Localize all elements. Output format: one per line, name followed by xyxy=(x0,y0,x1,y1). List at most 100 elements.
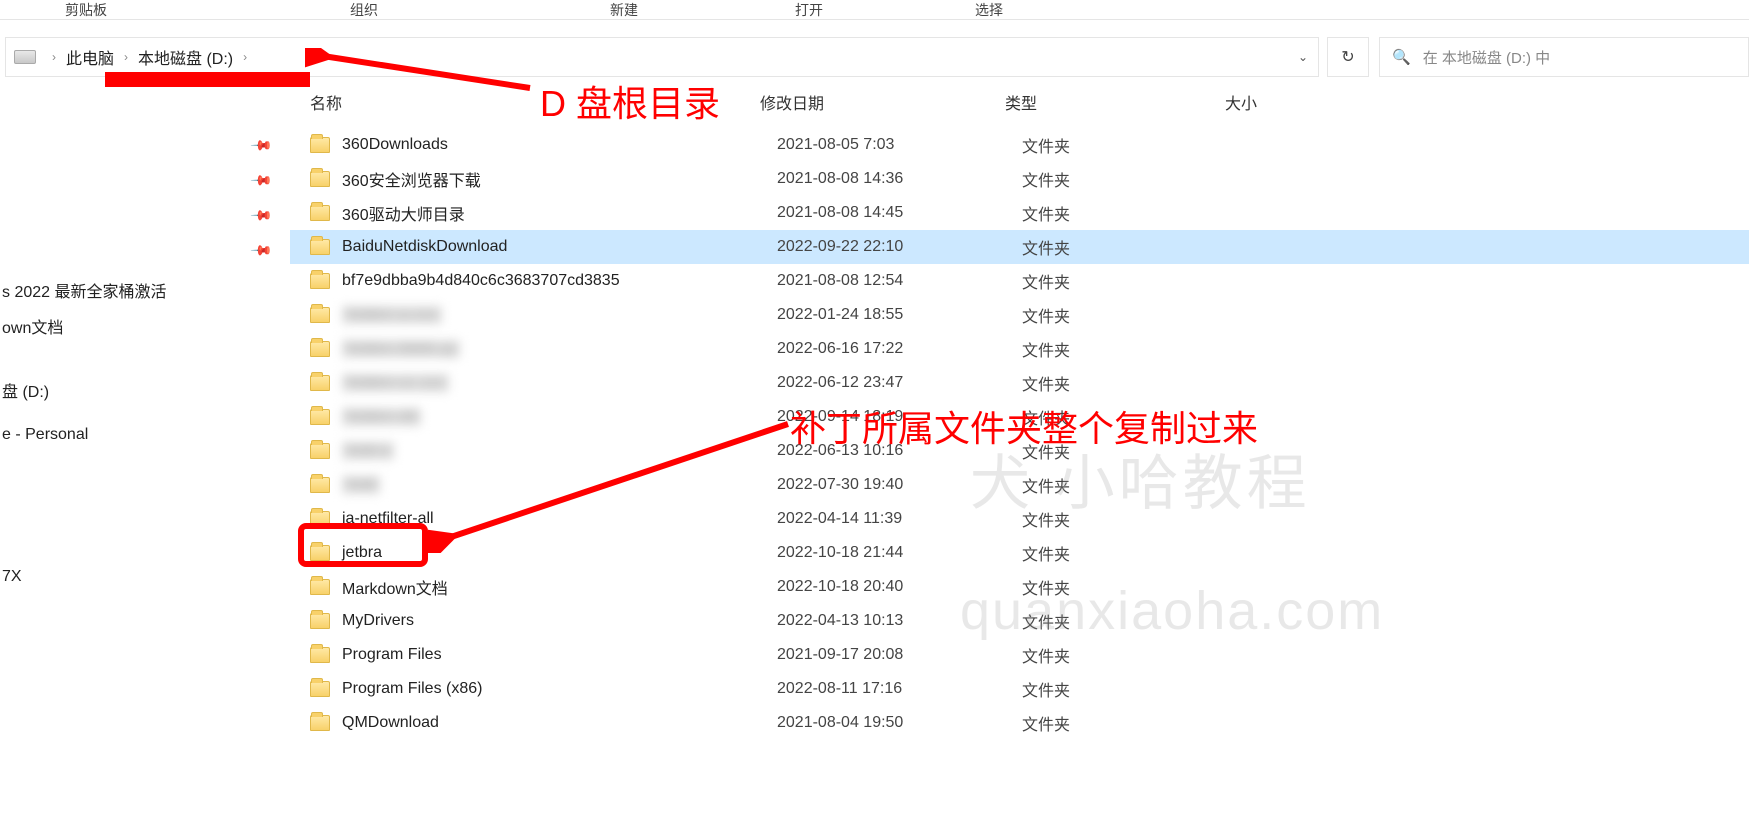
search-icon: 🔍 xyxy=(1392,48,1411,66)
folder-icon xyxy=(310,171,330,187)
file-name: QMDownload xyxy=(342,714,777,732)
chevron-right-icon[interactable]: › xyxy=(118,50,134,64)
file-type: 文件夹 xyxy=(1022,541,1242,565)
file-name: Program Files (x86) xyxy=(342,680,777,698)
pin-icon[interactable]: 📌 xyxy=(249,203,273,227)
drive-icon xyxy=(14,50,36,64)
file-type: 文件夹 xyxy=(1022,269,1242,293)
breadcrumb-pc[interactable]: 此电脑 xyxy=(62,45,118,69)
highlight-box-jetbra xyxy=(298,523,428,567)
pin-icon[interactable]: 📌 xyxy=(249,133,273,157)
file-type: 文件夹 xyxy=(1022,235,1242,259)
folder-icon xyxy=(310,137,330,153)
file-name: bf7e9dbba9b4d840c6c3683707cd3835 xyxy=(342,272,777,290)
sidebar-item[interactable]: 盘 (D:) xyxy=(0,372,290,408)
file-type: 文件夹 xyxy=(1022,133,1242,157)
folder-icon xyxy=(310,273,330,289)
file-name: hidden-bbbb-yy xyxy=(342,340,777,358)
file-date: 2022-10-18 21:44 xyxy=(777,544,1022,562)
file-date: 2021-08-08 12:54 xyxy=(777,272,1022,290)
file-name: 360驱动大师目录 xyxy=(342,201,777,225)
ribbon-new-label: 新建 xyxy=(610,0,638,20)
sidebar-item[interactable]: s 2022 最新全家桶激活 xyxy=(0,272,290,308)
folder-icon xyxy=(310,205,330,221)
annotation-copy-note: 补丁所属文件夹整个复制过来 xyxy=(790,400,1258,452)
file-name: BaiduNetdiskDownload xyxy=(342,238,777,256)
column-size[interactable]: 大小 xyxy=(1225,90,1385,114)
ribbon-section-row: 剪贴板 组织 新建 打开 选择 xyxy=(0,0,1749,20)
folder-icon xyxy=(310,715,330,731)
folder-icon xyxy=(310,443,330,459)
file-row[interactable]: hidden-cc-zzz2022-06-12 23:47文件夹 xyxy=(290,366,1749,400)
file-date: 2022-08-11 17:16 xyxy=(777,680,1022,698)
file-name: 360Downloads xyxy=(342,136,777,154)
chevron-down-icon[interactable]: ⌄ xyxy=(1298,50,1308,64)
file-row[interactable]: hidden-a-xxx2022-01-24 18:55文件夹 xyxy=(290,298,1749,332)
file-date: 2022-06-16 17:22 xyxy=(777,340,1022,358)
file-row[interactable]: 360安全浏览器下载2021-08-08 14:36文件夹 xyxy=(290,162,1749,196)
folder-icon xyxy=(310,239,330,255)
folder-icon xyxy=(310,579,330,595)
file-date: 2021-09-17 20:08 xyxy=(777,646,1022,664)
folder-icon xyxy=(310,647,330,663)
file-date: 2021-08-04 19:50 xyxy=(777,714,1022,732)
ribbon-organize-label: 组织 xyxy=(350,0,378,20)
file-name: MyDrivers xyxy=(342,612,777,630)
file-date: 2021-08-08 14:36 xyxy=(777,170,1022,188)
file-type: 文件夹 xyxy=(1022,371,1242,395)
ribbon-clipboard-label: 剪贴板 xyxy=(65,0,107,20)
folder-icon xyxy=(310,375,330,391)
file-type: 文件夹 xyxy=(1022,303,1242,327)
file-row[interactable]: Program Files2021-09-17 20:08文件夹 xyxy=(290,638,1749,672)
file-date: 2022-06-12 23:47 xyxy=(777,374,1022,392)
refresh-icon: ↻ xyxy=(1341,47,1354,67)
file-row[interactable]: 360Downloads2021-08-05 7:03文件夹 xyxy=(290,128,1749,162)
pin-icon[interactable]: 📌 xyxy=(249,168,273,192)
file-row[interactable]: BaiduNetdiskDownload2022-09-22 22:10文件夹 xyxy=(290,230,1749,264)
column-type[interactable]: 类型 xyxy=(1005,90,1225,114)
file-type: 文件夹 xyxy=(1022,643,1242,667)
file-row[interactable]: QMDownload2021-08-04 19:50文件夹 xyxy=(290,706,1749,740)
folder-icon xyxy=(310,307,330,323)
search-input[interactable]: 🔍 在 本地磁盘 (D:) 中 xyxy=(1379,37,1749,77)
file-date: 2022-09-22 22:10 xyxy=(777,238,1022,256)
file-row[interactable]: Program Files (x86)2022-08-11 17:16文件夹 xyxy=(290,672,1749,706)
column-date[interactable]: 修改日期 xyxy=(760,90,1005,114)
sidebar: 📌 📌 📌 📌 s 2022 最新全家桶激活 own文档 盘 (D:) e - … xyxy=(0,82,290,817)
ribbon-select-label: 选择 xyxy=(975,0,1003,20)
file-row[interactable]: hidden-bbbb-yy2022-06-16 17:22文件夹 xyxy=(290,332,1749,366)
arrow-icon xyxy=(305,48,535,98)
ribbon-open-label: 打开 xyxy=(795,0,823,20)
breadcrumb[interactable]: › 此电脑 › 本地磁盘 (D:) › ⌄ xyxy=(5,37,1319,77)
arrow-icon xyxy=(428,418,798,553)
sidebar-item[interactable]: e - Personal xyxy=(0,420,290,450)
folder-icon xyxy=(310,613,330,629)
file-date: 2021-08-05 7:03 xyxy=(777,136,1022,154)
file-type: 文件夹 xyxy=(1022,337,1242,361)
folder-icon xyxy=(310,477,330,493)
folder-icon xyxy=(310,409,330,425)
file-type: 文件夹 xyxy=(1022,167,1242,191)
file-type: 文件夹 xyxy=(1022,677,1242,701)
file-name: hidden-a-xxx xyxy=(342,306,777,324)
folder-icon xyxy=(310,681,330,697)
file-type: 文件夹 xyxy=(1022,201,1242,225)
file-name: Markdown文档 xyxy=(342,575,777,599)
search-placeholder: 在 本地磁盘 (D:) 中 xyxy=(1423,47,1551,68)
pin-icon[interactable]: 📌 xyxy=(249,238,273,262)
sidebar-item[interactable]: 7X xyxy=(0,562,290,592)
file-row[interactable]: 360驱动大师目录2021-08-08 14:45文件夹 xyxy=(290,196,1749,230)
file-row[interactable]: bf7e9dbba9b4d840c6c3683707cd38352021-08-… xyxy=(290,264,1749,298)
folder-icon xyxy=(310,341,330,357)
file-date: 2021-08-08 14:45 xyxy=(777,204,1022,222)
breadcrumb-drive[interactable]: 本地磁盘 (D:) xyxy=(134,45,237,69)
annotation-d-root: D 盘根目录 xyxy=(540,75,720,127)
refresh-button[interactable]: ↻ xyxy=(1327,37,1369,77)
sidebar-item[interactable]: own文档 xyxy=(0,308,290,344)
chevron-right-icon[interactable]: › xyxy=(237,50,253,64)
watermark-url: quanxiaoha.com xyxy=(960,580,1384,642)
file-type: 文件夹 xyxy=(1022,711,1242,735)
chevron-right-icon[interactable]: › xyxy=(46,50,62,64)
file-date: 2022-01-24 18:55 xyxy=(777,306,1022,324)
file-name: Program Files xyxy=(342,646,777,664)
